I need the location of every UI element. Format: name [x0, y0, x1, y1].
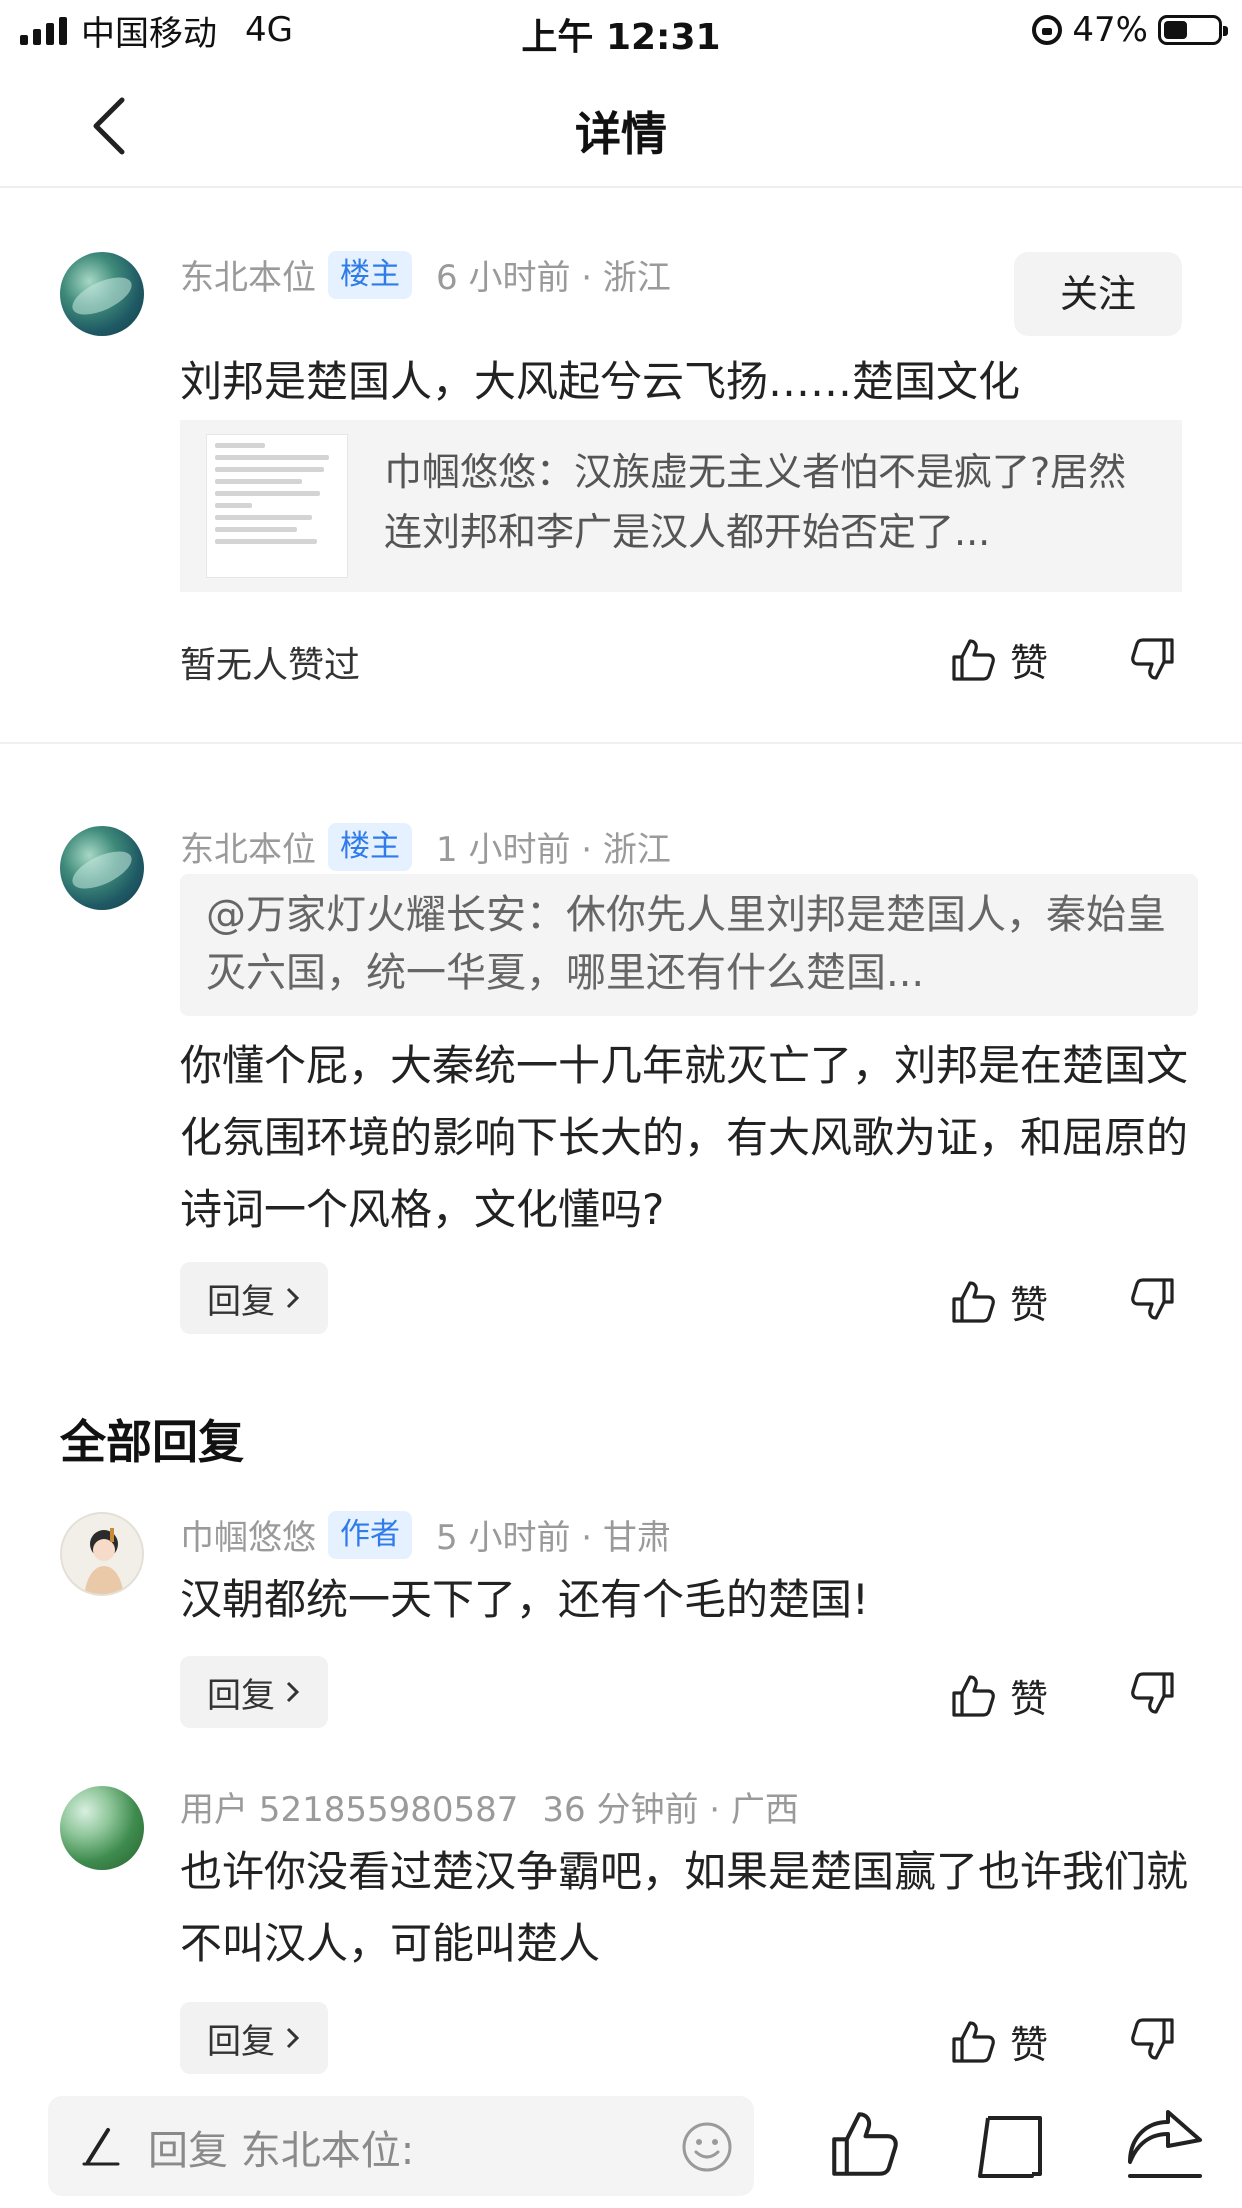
- chevron-right-icon: [286, 2027, 300, 2049]
- like-button[interactable]: 赞: [950, 2014, 1048, 2069]
- comment-text: 汉朝都统一天下了，还有个毛的楚国!: [180, 1575, 869, 1624]
- like-status: 暂无人赞过: [180, 645, 361, 686]
- thumbs-up-icon: [952, 638, 995, 681]
- comment-icon[interactable]: [974, 2110, 1046, 2182]
- status-bar: 中国移动 4G 上午 12:31 47%: [0, 0, 1242, 60]
- avatar[interactable]: [60, 1512, 144, 1596]
- thumbs-up-icon: [952, 2020, 995, 2063]
- quoted-comment[interactable]: @万家灯火耀长安：休你先人里刘邦是楚国人，秦始皇灭六国，统一华夏，哪里还有什么楚…: [180, 874, 1198, 1016]
- author-name[interactable]: 用户 521855980587: [180, 1782, 518, 1831]
- like-label: 赞: [1010, 2023, 1049, 2067]
- share-icon[interactable]: [1124, 2106, 1204, 2182]
- like-label: 赞: [1010, 641, 1049, 685]
- nav-bar: 详情: [0, 64, 1242, 188]
- author-name[interactable]: 巾帼悠悠: [180, 1510, 316, 1559]
- shared-post-card[interactable]: 巾帼悠悠：汉族虚无主义者怕不是疯了?居然连刘邦和李广是汉人都开始否定了...: [180, 420, 1182, 592]
- op-badge: 楼主: [328, 822, 412, 871]
- time-location: 36 分钟前 · 广西: [542, 1790, 799, 1830]
- reply-placeholder: 回复 东北本位:: [148, 2128, 415, 2174]
- time-location: 5 小时前 · 甘肃: [436, 1518, 671, 1558]
- all-replies-title: 全部回复: [60, 1415, 244, 1469]
- author-name[interactable]: 东北本位: [180, 250, 316, 299]
- page-title: 详情: [575, 107, 667, 161]
- comment-text: 也许你没看过楚汉争霸吧，如果是楚国赢了也许我们就不叫汉人，可能叫楚人: [180, 1847, 1189, 1968]
- reply-button[interactable]: 回复: [180, 1262, 328, 1334]
- comment-meta: 东北本位 楼主 6 小时前 · 浙江: [180, 250, 671, 299]
- chevron-right-icon: [286, 1681, 300, 1703]
- thumbs-up-icon: [952, 1280, 995, 1323]
- comment-text: 你懂个屁，大秦统一十几年就灭亡了，刘邦是在楚国文化氛围环境的影响下长大的，有大风…: [180, 1041, 1189, 1234]
- rotation-lock-icon: [1032, 15, 1063, 45]
- bottom-bar: 回复 东北本位:: [0, 2090, 1242, 2208]
- time-location: 6 小时前 · 浙江: [436, 258, 671, 298]
- comment-text: 刘邦是楚国人，大风起兮云飞扬……楚国文化: [180, 357, 1021, 406]
- follow-button[interactable]: 关注: [1014, 252, 1182, 336]
- time-location: 1 小时前 · 浙江: [436, 830, 671, 870]
- reply-button[interactable]: 回复: [180, 2002, 328, 2074]
- reply-label: 回复: [207, 1675, 275, 1716]
- divider: [0, 742, 1242, 744]
- like-button[interactable]: 赞: [950, 632, 1048, 687]
- avatar[interactable]: [60, 1786, 144, 1870]
- like-button[interactable]: 赞: [950, 1274, 1048, 1329]
- comment-meta: 东北本位 楼主 1 小时前 · 浙江: [180, 822, 671, 871]
- thumbs-down-icon[interactable]: [1130, 1276, 1176, 1322]
- author-name[interactable]: 东北本位: [180, 822, 316, 871]
- comment-meta: 巾帼悠悠 作者 5 小时前 · 甘肃: [180, 1510, 671, 1559]
- reply-label: 回复: [207, 1281, 275, 1322]
- shared-post-text: 巾帼悠悠：汉族虚无主义者怕不是疯了?居然连刘邦和李广是汉人都开始否定了...: [384, 450, 1127, 554]
- thumbs-up-icon: [952, 1674, 995, 1717]
- like-label: 赞: [1010, 1283, 1049, 1327]
- avatar-illustration: [84, 1528, 124, 1594]
- reply-label: 回复: [207, 2021, 275, 2062]
- author-badge: 作者: [328, 1510, 412, 1559]
- thumbs-down-icon[interactable]: [1130, 636, 1176, 682]
- pen-icon: [82, 2128, 120, 2166]
- reply-button[interactable]: 回复: [180, 1656, 328, 1728]
- emoji-icon[interactable]: [680, 2120, 734, 2174]
- thumbs-down-icon[interactable]: [1130, 1670, 1176, 1716]
- reply-input[interactable]: 回复 东北本位:: [48, 2096, 754, 2196]
- chevron-right-icon: [286, 1287, 300, 1309]
- shared-post-thumbnail: [206, 434, 348, 578]
- battery-icon: [1158, 15, 1228, 45]
- comment-meta: 用户 521855980587 36 分钟前 · 广西: [180, 1782, 799, 1831]
- like-label: 赞: [1010, 1677, 1049, 1721]
- battery-percent: 47%: [1072, 10, 1148, 50]
- avatar[interactable]: [60, 252, 144, 336]
- thumbs-up-icon[interactable]: [828, 2108, 900, 2180]
- avatar[interactable]: [60, 826, 144, 910]
- like-button[interactable]: 赞: [950, 1668, 1048, 1723]
- op-badge: 楼主: [328, 250, 412, 299]
- status-right: 47%: [1032, 8, 1228, 52]
- thumbs-down-icon[interactable]: [1130, 2016, 1176, 2062]
